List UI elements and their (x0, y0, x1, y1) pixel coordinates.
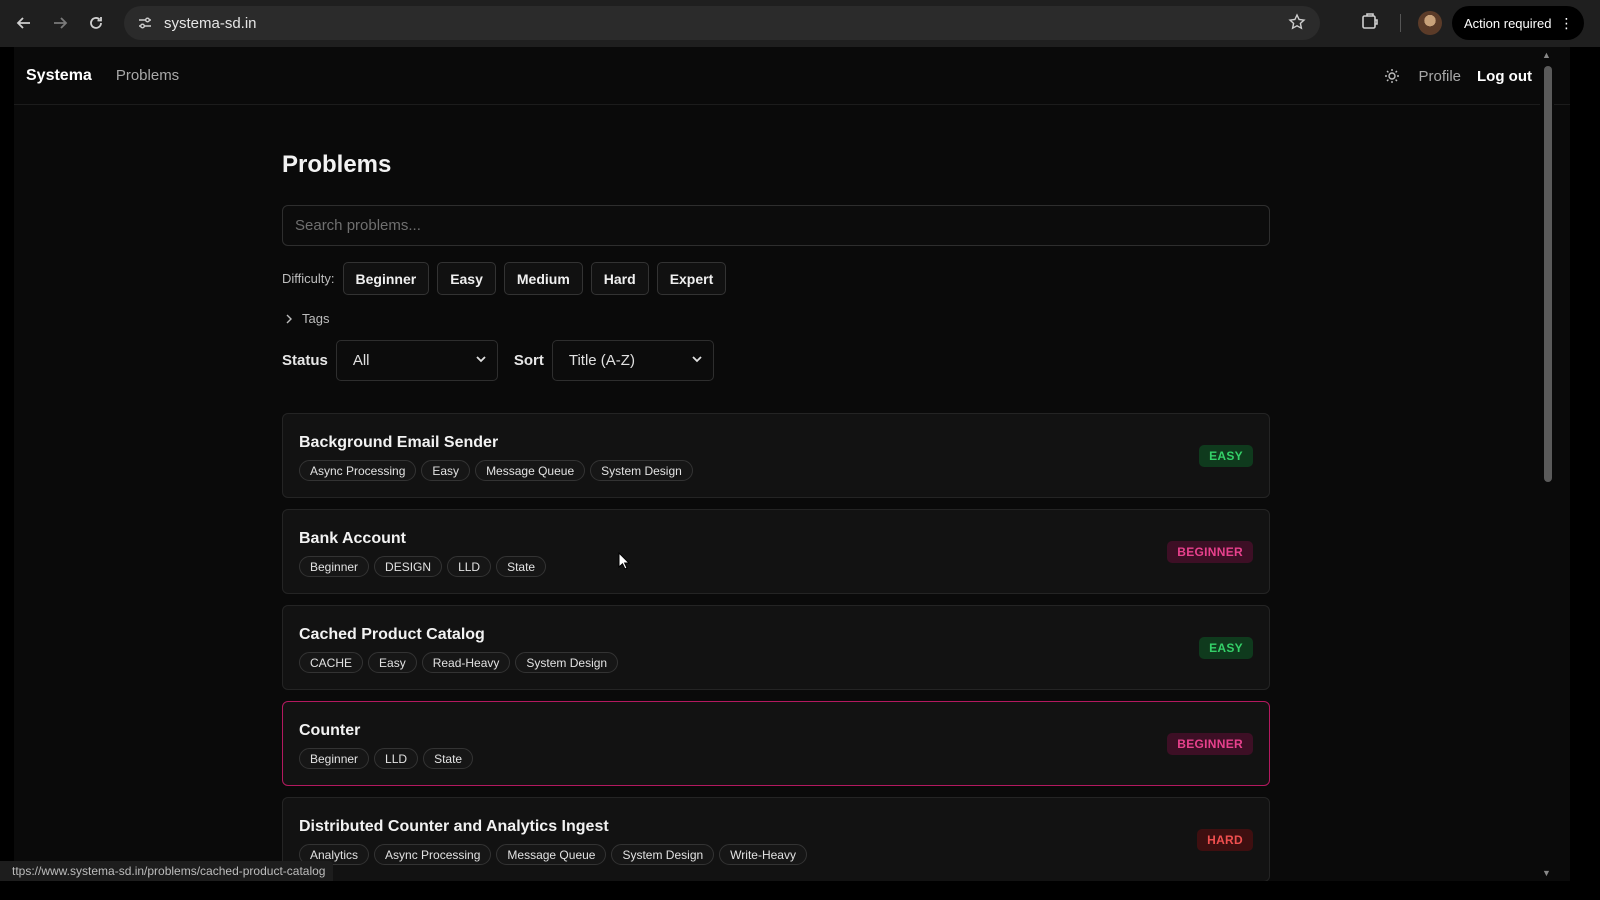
tags-toggle[interactable]: Tags (282, 311, 1270, 326)
page-title: Problems (282, 151, 392, 178)
reload-icon[interactable] (78, 5, 114, 41)
difficulty-badge: EASY (1199, 637, 1253, 659)
tag-chip: System Design (515, 652, 619, 673)
bookmark-star-icon[interactable] (1288, 13, 1306, 36)
problem-title: Bank Account (299, 530, 406, 547)
problem-card[interactable]: Cached Product Catalog CACHE Easy Read-H… (282, 605, 1270, 690)
sort-select[interactable]: Title (A-Z) (551, 340, 714, 381)
chevron-down-icon (475, 352, 487, 369)
difficulty-badge: BEGINNER (1167, 541, 1253, 563)
difficulty-filter: Difficulty: Beginner Easy Medium Hard Ex… (282, 262, 1270, 295)
problem-title: Cached Product Catalog (299, 626, 485, 643)
search-input[interactable] (282, 205, 1270, 246)
more-menu-icon: ⋮ (1559, 14, 1574, 31)
difficulty-label: Difficulty: (282, 271, 335, 286)
scrollbar-thumb[interactable] (1544, 66, 1552, 482)
forward-icon[interactable] (42, 5, 78, 41)
tag-chip: Beginner (299, 556, 370, 577)
tag-chip: System Design (611, 844, 715, 865)
toolbar-divider (1400, 14, 1401, 32)
problem-title: Counter (299, 722, 361, 739)
site-header: Systema Problems Profile Log out (14, 47, 1570, 105)
profile-avatar[interactable] (1418, 11, 1442, 35)
difficulty-badge: BEGINNER (1167, 733, 1253, 755)
difficulty-beginner-button[interactable]: Beginner (342, 262, 430, 295)
problem-card[interactable]: Background Email Sender Async Processing… (282, 413, 1270, 498)
problem-card[interactable]: Distributed Counter and Analytics Ingest… (282, 797, 1270, 882)
mouse-cursor-icon (618, 551, 631, 575)
back-icon[interactable] (6, 5, 42, 41)
nav-problems-link[interactable]: Problems (116, 67, 179, 84)
window-bottom-edge (0, 881, 1600, 900)
tag-chip: Beginner (299, 748, 370, 769)
tag-chip: Async Processing (374, 844, 492, 865)
scroll-up-arrow-icon[interactable]: ▲ (1542, 50, 1551, 60)
page-viewport: Systema Problems Profile Log out Problem… (14, 47, 1570, 900)
brand-logo[interactable]: Systema (26, 67, 92, 85)
difficulty-badge: EASY (1199, 445, 1253, 467)
address-bar[interactable]: systema-sd.in (124, 6, 1320, 40)
site-settings-icon[interactable] (130, 15, 160, 31)
status-label: Status (282, 352, 328, 369)
difficulty-hard-button[interactable]: Hard (590, 262, 649, 295)
problem-card[interactable]: Counter Beginner LLD State BEGINNER (282, 701, 1270, 786)
tags-label: Tags (302, 311, 330, 326)
tag-chip: Message Queue (496, 844, 607, 865)
problem-tags: Beginner LLD State (299, 748, 1253, 769)
problem-tags: Beginner DESIGN LLD State (299, 556, 1253, 577)
problem-title: Distributed Counter and Analytics Ingest (299, 818, 609, 835)
chevron-down-icon (691, 352, 703, 369)
tag-chip: CACHE (299, 652, 364, 673)
difficulty-badge: HARD (1197, 829, 1253, 851)
status-select-value: All (352, 352, 370, 369)
status-select[interactable]: All (335, 340, 498, 381)
tag-chip: Message Queue (475, 460, 586, 481)
sort-select-value: Title (A-Z) (568, 352, 635, 369)
difficulty-easy-button[interactable]: Easy (437, 262, 496, 295)
tag-chip: State (423, 748, 474, 769)
browser-toolbar: systema-sd.in Action required ⋮ (0, 0, 1600, 47)
chevron-right-icon (284, 314, 298, 324)
link-status-bar: ttps://www.systema-sd.in/problems/cached… (0, 861, 334, 881)
logout-button[interactable]: Log out (1477, 68, 1532, 85)
tag-chip: LLD (374, 748, 419, 769)
problem-list: Background Email Sender Async Processing… (282, 413, 1270, 882)
tag-chip: LLD (447, 556, 492, 577)
tag-chip: DESIGN (374, 556, 443, 577)
nav-profile-link[interactable]: Profile (1418, 68, 1461, 85)
tag-chip: Write-Heavy (719, 844, 807, 865)
extensions-icon[interactable] (1360, 11, 1382, 33)
tag-chip: Easy (421, 460, 471, 481)
problem-title: Background Email Sender (299, 434, 499, 451)
tag-chip: System Design (590, 460, 693, 481)
scroll-down-arrow-icon[interactable]: ▼ (1542, 868, 1551, 878)
header-actions: Profile Log out (1384, 47, 1532, 105)
problem-tags: CACHE Easy Read-Heavy System Design (299, 652, 1253, 673)
action-required-button[interactable]: Action required ⋮ (1452, 6, 1584, 40)
status-sort-filters: Status All Sort Title (A-Z) (282, 340, 1270, 381)
url-text: systema-sd.in (164, 14, 257, 32)
tag-chip: Easy (368, 652, 417, 673)
problem-tags: Async Processing Easy Message Queue Syst… (299, 460, 1253, 481)
problem-tags: Analytics Async Processing Message Queue… (299, 844, 1253, 865)
problems-content: Problems Difficulty: Beginner Easy Mediu… (282, 105, 1270, 893)
problem-card[interactable]: Bank Account Beginner DESIGN LLD State B… (282, 509, 1270, 594)
theme-toggle-sun-icon[interactable] (1384, 68, 1400, 84)
difficulty-expert-button[interactable]: Expert (656, 262, 727, 295)
sort-label: Sort (513, 352, 544, 369)
tag-chip: Read-Heavy (421, 652, 511, 673)
action-required-label: Action required (1464, 15, 1552, 31)
tag-chip: Async Processing (299, 460, 417, 481)
difficulty-medium-button[interactable]: Medium (503, 262, 583, 295)
tag-chip: State (496, 556, 547, 577)
